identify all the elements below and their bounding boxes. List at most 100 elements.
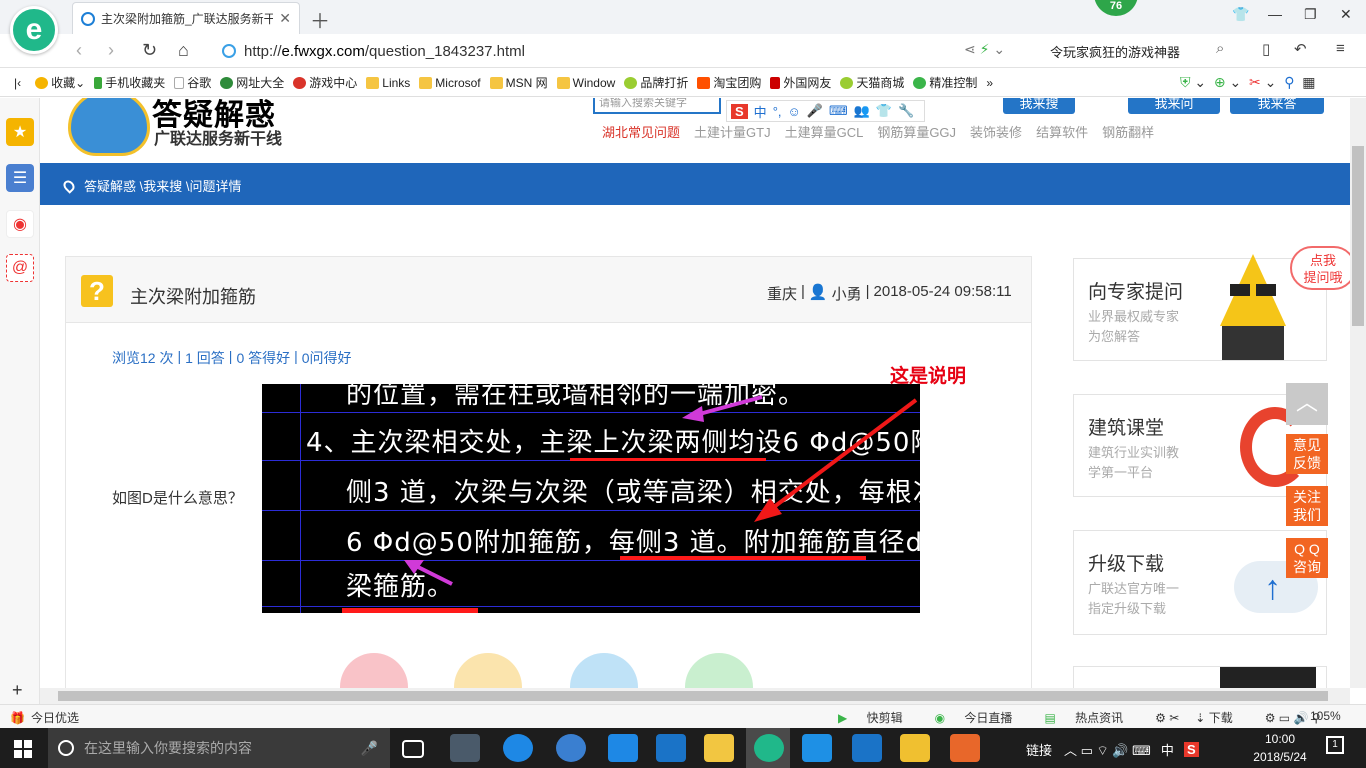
status-tools-icon[interactable]: ⚙ ✂ [1155, 711, 1179, 725]
browser-logo-icon[interactable]: e [10, 6, 58, 54]
ime-user-icon[interactable]: 👥 [854, 103, 870, 119]
app-pdf-icon[interactable] [950, 734, 980, 762]
sidebar-toggle-icon[interactable]: |‹ [14, 76, 21, 90]
app-notes-icon[interactable] [900, 734, 930, 762]
app-fan-icon[interactable] [450, 734, 480, 762]
app-ie-icon[interactable] [656, 734, 686, 762]
bookmark-taobao[interactable]: 淘宝团购 [697, 74, 761, 91]
hot-link[interactable]: 湖北常见问题 [602, 122, 680, 141]
phone-icon[interactable]: ▯ [1262, 40, 1270, 58]
bookmark-microsoft[interactable]: Microsof [419, 76, 481, 90]
answer-button[interactable]: 我来答 [1230, 98, 1324, 114]
hot-link[interactable]: 装饰装修 [970, 122, 1022, 141]
home-button[interactable]: ⌂ [178, 40, 189, 61]
hot-link[interactable]: 钢筋翻样 [1102, 122, 1154, 141]
taskbar-search[interactable]: 在这里输入你要搜索的内容 🎤 [48, 728, 390, 768]
ime-toolbar[interactable]: S 中 °, ☺ 🎤 ⌨ 👥 👕 🔧 [726, 100, 926, 122]
app-remote-icon[interactable] [802, 734, 832, 762]
question-user[interactable]: 小勇 [832, 283, 862, 304]
extension-icons[interactable]: ⛨ ⌄ ⊕ ⌄ ✂ ⌄ ⚲ ▦ [1180, 74, 1315, 91]
restore-button[interactable]: ❐ [1304, 6, 1317, 23]
zoom-level[interactable]: 105% [1310, 709, 1341, 723]
close-tab-icon[interactable]: ✕ [279, 10, 291, 27]
ime-mode[interactable]: 中 [754, 102, 767, 121]
ask-button[interactable]: 我来问 [1128, 98, 1220, 114]
site-search-input[interactable]: 请输入搜索关键字 [593, 98, 721, 114]
tray-icons[interactable]: ︿ ▭ ⌔ 🔊 ⌨ [1064, 740, 1151, 759]
reload-button[interactable]: ↻ [142, 40, 157, 61]
favorites-star-icon[interactable]: ★ [6, 118, 34, 146]
share-icon[interactable]: ⋖ ⚡ ⌄ [964, 41, 1005, 58]
taskbar-clock[interactable]: 10:00 2018/5/24 [1248, 730, 1312, 766]
breadcrumb-text[interactable]: 答疑解惑 \我来搜 \问题详情 [84, 176, 241, 195]
horizontal-scrollbar-thumb[interactable] [58, 691, 1328, 701]
ime-keyboard-icon[interactable]: ⌨ [829, 103, 848, 119]
bookmark-links[interactable]: Links [366, 76, 410, 90]
microphone-icon[interactable]: 🎤 [361, 740, 378, 757]
app-edge-icon[interactable] [608, 734, 638, 762]
bookmarks-overflow-icon[interactable]: » [986, 76, 993, 90]
qq-consult-button[interactable]: Q Q 咨询 [1286, 538, 1328, 578]
bookmark-favorites[interactable]: 收藏 ⌄ [35, 74, 85, 91]
sogou-tray-icon[interactable]: S [1183, 742, 1199, 757]
status-left[interactable]: 🎁 今日优选 [10, 709, 79, 726]
weibo-icon[interactable]: ◉ [6, 210, 34, 238]
bookmark-brand-discount[interactable]: 品牌打折 [624, 74, 688, 91]
ime-emoji-icon[interactable]: ☺ [788, 104, 801, 119]
url-field[interactable]: http:// e.fwxgx.com /question_1843237.ht… [222, 39, 1030, 63]
email-icon[interactable]: @ [6, 254, 34, 282]
bookmark-msn[interactable]: MSN 网 [489, 74, 548, 91]
back-to-top-button[interactable]: ︿ [1286, 383, 1328, 425]
vertical-scrollbar-thumb[interactable] [1352, 146, 1364, 326]
app-g-icon[interactable] [852, 734, 882, 762]
app-360-browser-icon[interactable] [754, 734, 784, 762]
ask-me-bubble[interactable]: 点我 提问哦 [1290, 246, 1350, 290]
close-window-button[interactable]: ✕ [1340, 6, 1352, 23]
promo-link[interactable]: 令玩家疯狂的游戏神器 [1050, 42, 1180, 61]
bookmark-web-directory[interactable]: 网址大全 [220, 74, 284, 91]
today-picks[interactable]: 今日优选 [31, 709, 79, 726]
action-center-icon[interactable]: 1 [1326, 736, 1344, 754]
reading-list-icon[interactable]: ☰ [6, 164, 34, 192]
search-button[interactable]: 我来搜 [1003, 98, 1075, 114]
teacher-card[interactable] [1073, 666, 1327, 688]
task-view-icon[interactable] [402, 740, 424, 758]
new-tab-button[interactable]: ＋ [310, 5, 330, 34]
windows-start-icon[interactable] [14, 740, 32, 758]
app-explorer-icon[interactable] [704, 734, 734, 762]
minimize-button[interactable]: — [1268, 6, 1282, 22]
status-news[interactable]: ▤ 热点资讯 [1044, 709, 1139, 726]
status-download[interactable]: ⇣ 下载 [1195, 709, 1248, 726]
ime-settings-icon[interactable]: 🔧 [898, 103, 914, 119]
ime-skin-icon[interactable]: 👕 [876, 103, 892, 119]
shirt-icon[interactable]: 👕 [1232, 6, 1249, 23]
tab-active[interactable]: 主次梁附加箍筋_广联达服务新干 ✕ [72, 2, 300, 34]
feedback-button[interactable]: 意见 反馈 [1286, 434, 1328, 474]
status-quick-clip[interactable]: ▶ 快剪辑 [838, 709, 919, 726]
ime-voice-icon[interactable]: 🎤 [807, 103, 823, 119]
undo-icon[interactable]: ↶ [1294, 40, 1307, 58]
bookmark-game-center[interactable]: 游戏中心 [293, 74, 357, 91]
menu-icon[interactable]: ≡ [1336, 40, 1345, 57]
forward-button[interactable]: › [108, 40, 114, 61]
back-button[interactable]: ‹ [76, 40, 82, 61]
hot-link[interactable]: 钢筋算量GGJ [877, 122, 956, 141]
ime-punct[interactable]: °, [773, 104, 782, 119]
hot-link[interactable]: 土建计量GTJ [694, 122, 771, 141]
bookmark-foreign-friends[interactable]: 外国网友 [770, 74, 831, 91]
sidebar-add-icon[interactable]: + [12, 680, 23, 701]
hot-link[interactable]: 结算软件 [1036, 122, 1088, 141]
hot-link[interactable]: 土建算量GCL [785, 122, 864, 141]
status-live[interactable]: ◉ 今日直播 [935, 709, 1029, 726]
bookmark-windows[interactable]: Window [556, 76, 615, 90]
bookmark-google[interactable]: 谷歌 [174, 74, 211, 91]
bookmark-tmall[interactable]: 天猫商城 [840, 74, 904, 91]
app-browser-e-icon[interactable] [503, 734, 533, 762]
app-chrome-like-icon[interactable] [556, 734, 586, 762]
tray-ime[interactable]: 中 [1161, 740, 1174, 759]
search-icon[interactable]: ⌕ [1216, 40, 1224, 57]
tray-links[interactable]: 链接 [1026, 740, 1052, 759]
bookmark-mobile[interactable]: 手机收藏夹 [94, 74, 165, 91]
bookmark-precise-control[interactable]: 精准控制 [913, 74, 977, 91]
follow-button[interactable]: 关注 我们 [1286, 486, 1328, 526]
